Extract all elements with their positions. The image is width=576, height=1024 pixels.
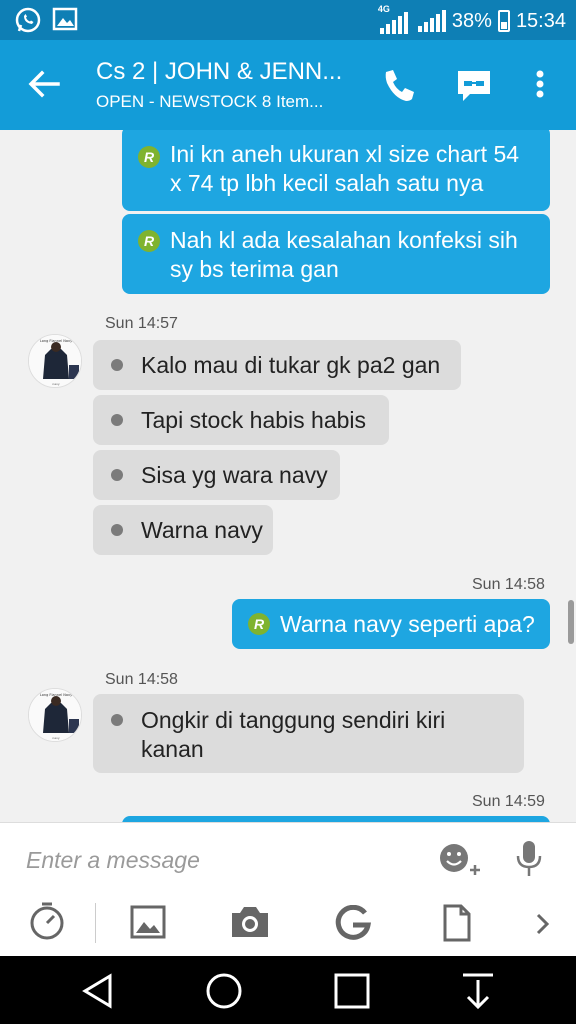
message-text-line: Nah kl ada kesalahan konfeksi sih (170, 227, 518, 253)
gallery-image-icon[interactable] (130, 905, 166, 939)
message-input[interactable]: Enter a message (26, 847, 200, 874)
chat-history[interactable]: R Ini kn aneh ukuran xl size chart 54 x … (0, 130, 576, 822)
microphone-icon[interactable] (514, 839, 544, 879)
more-options-icon[interactable] (532, 66, 548, 106)
message-text-line: Warna navy seperti apa? (280, 611, 535, 637)
clock: 15:34 (515, 9, 566, 32)
svg-text:navy: navy (52, 736, 60, 740)
avatar-image-icon: Long Flannel Navy navy (29, 335, 81, 387)
google-g-icon[interactable] (334, 905, 372, 941)
message-text-line: Warna navy (141, 517, 263, 543)
network-4g-signal-icon: 4G (378, 4, 412, 34)
battery-icon (497, 10, 510, 32)
back-nav-icon[interactable] (80, 972, 116, 1010)
r-badge-icon: R (248, 613, 270, 635)
r-badge-icon: R (138, 230, 160, 252)
system-navigation-bar (0, 956, 576, 1024)
whatsapp-icon (15, 7, 41, 33)
bullet-icon (111, 414, 123, 426)
emoji-add-icon[interactable] (438, 841, 484, 879)
timestamp: Sun 14:59 (472, 793, 545, 810)
message-composer: Enter a message (0, 822, 576, 956)
bullet-icon (111, 469, 123, 481)
chevron-right-icon[interactable] (534, 911, 552, 937)
incoming-message[interactable]: Kalo mau di tukar gk pa2 gan (93, 340, 461, 390)
message-text-line: sy bs terima gan (170, 256, 339, 282)
divider (95, 903, 96, 943)
incoming-message[interactable]: Ongkir di tanggung sendiri kiri kanan (93, 694, 524, 773)
back-arrow-icon[interactable] (26, 64, 62, 104)
avatar[interactable]: Long Flannel Navy navy (28, 334, 82, 388)
file-icon[interactable] (442, 903, 472, 943)
message-text-line: kanan (141, 736, 204, 762)
recent-apps-icon[interactable] (333, 972, 371, 1010)
svg-text:navy: navy (52, 382, 60, 386)
timestamp: Sun 14:58 (472, 576, 545, 593)
timestamp: Sun 14:57 (105, 315, 178, 332)
app-bar: Cs 2 | JOHN & JENN... OPEN - NEWSTOCK 8 … (0, 40, 576, 130)
bullet-icon (111, 524, 123, 536)
message-text-line: Kalo mau di tukar gk pa2 gan (141, 352, 441, 378)
status-bar: 4G 38% 15:34 (0, 0, 576, 40)
outgoing-message[interactable]: R Warna navy seperti apa? (232, 599, 550, 649)
chat-bubble-icon[interactable] (454, 66, 494, 106)
incoming-message[interactable]: Warna navy (93, 505, 273, 555)
message-text-line: Tapi stock habis habis (141, 407, 367, 433)
avatar[interactable]: Long Flannel Navy navy (28, 688, 82, 742)
timestamp: Sun 14:58 (105, 671, 178, 688)
gallery-icon (52, 7, 78, 31)
r-badge-icon: R (138, 146, 160, 168)
outgoing-message[interactable]: R Nah kl ada kesalahan konfeksi sih sy b… (122, 214, 550, 294)
message-text-line: Ongkir di tanggung sendiri kiri (141, 707, 446, 733)
outgoing-message[interactable]: R Ini kn aneh ukuran xl size chart 54 x … (122, 130, 550, 211)
scrollbar[interactable] (568, 600, 574, 644)
message-text-line: Sisa yg wara navy (141, 462, 328, 488)
signal-icon (417, 10, 446, 32)
timer-icon[interactable] (28, 901, 66, 941)
camera-icon[interactable] (230, 905, 270, 939)
avatar-image-icon: Long Flannel Navy navy (29, 689, 81, 741)
notification-pulldown-icon[interactable] (460, 972, 496, 1010)
bullet-icon (111, 359, 123, 371)
bullet-icon (111, 714, 123, 726)
phone-icon[interactable] (378, 66, 416, 106)
incoming-message[interactable]: Sisa yg wara navy (93, 450, 340, 500)
incoming-message[interactable]: Tapi stock habis habis (93, 395, 389, 445)
home-nav-icon[interactable] (205, 972, 243, 1010)
message-text-line: Ini kn aneh ukuran xl size chart 54 (170, 141, 520, 167)
message-text-line: x 74 tp lbh kecil salah satu nya (170, 170, 484, 196)
battery-percent: 38% (451, 9, 492, 32)
chat-subtitle[interactable]: OPEN - NEWSTOCK 8 Item... (96, 92, 323, 112)
chat-title[interactable]: Cs 2 | JOHN & JENN... (96, 58, 342, 86)
